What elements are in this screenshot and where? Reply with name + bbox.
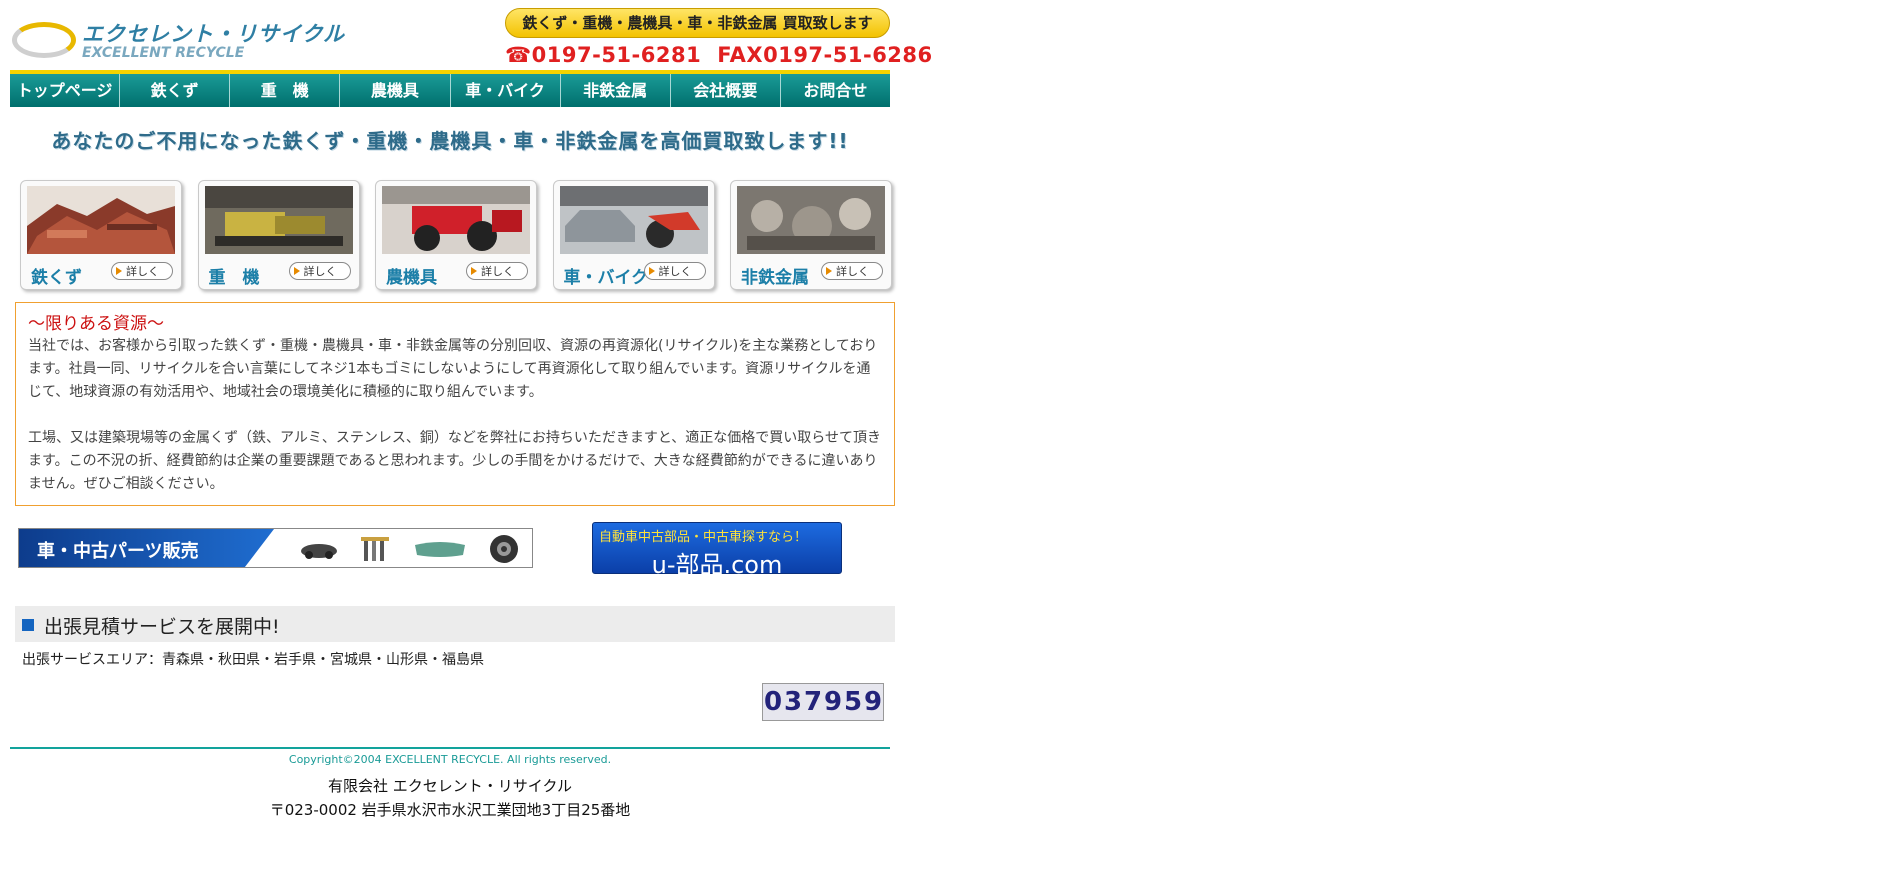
details-label: 詳しく [126, 265, 159, 278]
card-car-bike[interactable]: 車・バイク 詳しく [552, 180, 715, 290]
visit-counter: 0 3 7 9 5 9 [762, 683, 884, 721]
parts-icons [299, 534, 519, 564]
play-arrow-icon [293, 267, 300, 275]
card-heavy-machinery[interactable]: 重 機 詳しく [197, 180, 360, 290]
details-button[interactable]: 詳しく [288, 262, 351, 280]
nav-item-farm-equipment[interactable]: 農機具 [340, 74, 451, 107]
category-cards: 鉄くず 詳しく 重 機 詳しく 農機具 詳しく 車・バイク 詳しく 非鉄金属 詳… [20, 180, 892, 290]
info-box: 〜限りある資源〜 当社では、お客様から引取った鉄くず・重機・農機具・車・非鉄金属… [15, 302, 895, 506]
counter-digit: 9 [863, 687, 883, 717]
card-scrap-iron[interactable]: 鉄くず 詳しく [20, 180, 182, 290]
company-name: 有限会社 エクセレント・リサイクル [327, 777, 573, 795]
nav-item-top[interactable]: トップページ [10, 74, 121, 107]
nav-item-company[interactable]: 会社概要 [671, 74, 781, 107]
counter-digit: 3 [783, 687, 803, 717]
service-title: 出張見積サービスを展開中! [44, 616, 280, 638]
fax-number: FAX0197-51-6286 [717, 43, 933, 67]
heavy-machinery-photo [204, 186, 353, 254]
info-title: 〜限りある資源〜 [28, 314, 164, 334]
service-area-text: 出張サービスエリア：青森県・秋田県・岩手県・宮城県・山形県・福島県 [22, 652, 484, 668]
contact-numbers: ☎0197-51-6281 FAX0197-51-6286 [505, 43, 932, 67]
nav-item-nonferrous[interactable]: 非鉄金属 [561, 74, 671, 107]
card-label: 鉄くず [31, 268, 82, 288]
nonferrous-photo [737, 186, 885, 254]
details-label: 詳しく [836, 265, 869, 278]
square-bullet-icon [22, 619, 34, 631]
card-farm-equipment[interactable]: 農機具 詳しく [375, 180, 537, 290]
company-address: 〒023-0002 岩手県水沢市水沢工業団地3丁目25番地 [269, 801, 631, 819]
nav-item-car-bike[interactable]: 車・バイク [451, 74, 561, 107]
car-part-icon [301, 544, 337, 559]
logo-ring-icon [12, 22, 76, 58]
card-label: 車・バイク [563, 268, 649, 288]
play-arrow-icon [648, 267, 655, 275]
details-label: 詳しく [481, 265, 514, 278]
copyright-text: Copyright©2004 EXCELLENT RECYCLE. All ri… [288, 753, 612, 766]
footer-divider [10, 747, 890, 749]
purchase-pill: 鉄くず・重機・農機具・車・非鉄金属 買取致します [505, 8, 890, 38]
counter-digit: 7 [803, 687, 823, 717]
card-nonferrous[interactable]: 非鉄金属 詳しく [730, 180, 892, 290]
logo-text-jp: エクセレント・リサイクル [82, 22, 345, 46]
info-paragraph-2: 工場、又は建築現場等の金属くず（鉄、アルミ、ステンレス、銅）などを弊社にお持ちい… [28, 430, 882, 492]
details-button[interactable]: 詳しく [111, 262, 173, 280]
info-paragraph-1: 当社では、お客様から引取った鉄くず・重機・農機具・車・非鉄金属等の分別回収、資源… [28, 338, 878, 400]
details-button[interactable]: 詳しく [466, 262, 528, 280]
card-label: 農機具 [386, 268, 437, 288]
details-label: 詳しく [658, 265, 692, 278]
scrap-iron-photo [27, 186, 175, 254]
play-arrow-icon [826, 267, 832, 275]
logo-text-en: EXCELLENT RECYCLE [82, 45, 245, 61]
card-label: 重 機 [208, 268, 260, 288]
main-nav: トップページ 鉄くず 重 機 農機具 車・バイク 非鉄金属 会社概要 お問合せ [10, 74, 890, 107]
u-buhin-tagline: 自動車中古部品・中古車探すなら！ [599, 530, 808, 545]
nav-item-scrap-iron[interactable]: 鉄くず [120, 74, 231, 107]
nav-item-contact[interactable]: お問合せ [781, 74, 890, 107]
bumper-icon [415, 542, 465, 557]
wheel-icon [490, 535, 518, 563]
tel-number: ☎0197-51-6281 [505, 43, 702, 67]
page-headline: あなたのご不用になった鉄くず・重機・農機具・車・非鉄金属を高価買取致します!! [51, 129, 849, 153]
car-bike-photo [559, 186, 708, 254]
used-parts-banner[interactable]: 車・中古パーツ販売 [18, 528, 533, 568]
u-buhin-banner[interactable]: 自動車中古部品・中古車探すなら！ u-部品.com [592, 522, 842, 579]
counter-digit: 0 [763, 687, 783, 717]
nav-item-heavy-machinery[interactable]: 重 機 [230, 74, 341, 107]
counter-digit: 5 [843, 687, 863, 717]
farm-equipment-photo [382, 186, 530, 254]
site-logo[interactable]: エクセレント・リサイクル EXCELLENT RECYCLE [10, 12, 344, 62]
service-section-header: 出張見積サービスを展開中! [15, 606, 895, 642]
used-parts-banner-label: 車・中古パーツ販売 [37, 541, 199, 562]
counter-digit: 9 [823, 687, 843, 717]
shock-absorber-icon [361, 537, 389, 561]
play-arrow-icon [116, 267, 122, 275]
details-label: 詳しく [303, 265, 337, 278]
details-button[interactable]: 詳しく [643, 262, 706, 280]
u-buhin-logo-text: u-部品.com [651, 551, 783, 579]
details-button[interactable]: 詳しく [821, 262, 883, 280]
play-arrow-icon [471, 267, 477, 275]
card-label: 非鉄金属 [741, 268, 809, 288]
